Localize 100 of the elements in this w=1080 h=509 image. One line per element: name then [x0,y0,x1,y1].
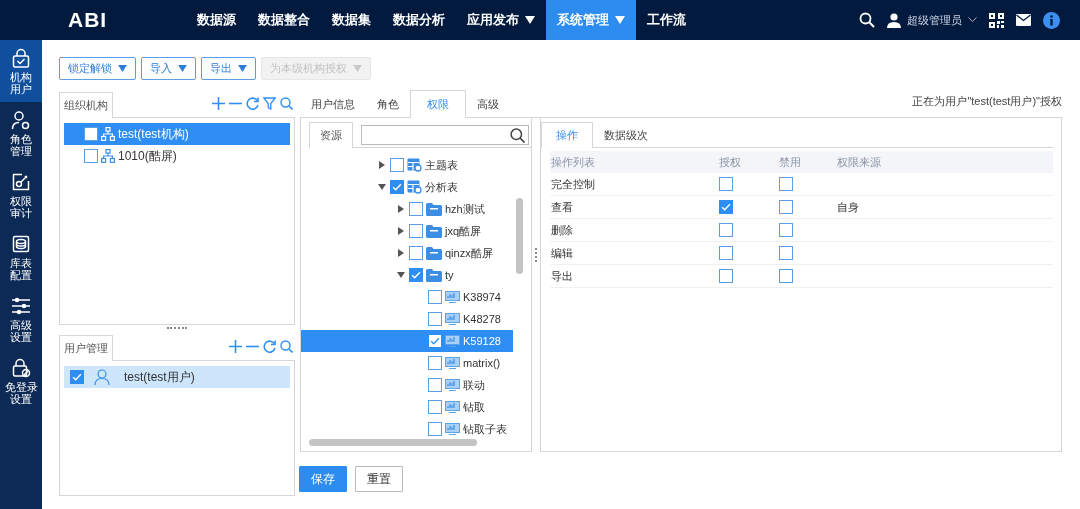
table-cell-text: 删除 [550,222,574,238]
tree-row[interactable]: ty [301,264,513,286]
tree-row[interactable]: hzh测试 [301,198,513,220]
user-name[interactable]: 超级管理员 [907,12,962,28]
add-icon[interactable] [212,97,225,110]
column-header: 权限来源 [836,154,882,170]
tab[interactable]: 高级 [466,90,510,118]
sidebar-item[interactable]: 高级 设置 [0,288,42,350]
checkbox[interactable] [428,312,442,326]
collapse-icon[interactable] [378,183,386,191]
tree-row[interactable]: 钻取子表 [301,418,513,440]
tree-row[interactable]: 联动 [301,374,513,396]
dropdown-button[interactable]: 锁定解锁 [59,57,136,80]
checkbox[interactable] [84,149,98,163]
checkbox[interactable] [719,177,733,191]
chevron-icon[interactable] [968,17,977,23]
expand-icon[interactable] [397,249,405,257]
tab[interactable]: 角色 [366,90,410,118]
mail-icon[interactable] [1016,14,1031,26]
caret-icon [118,65,127,72]
tree-row[interactable]: jxq酷屏 [301,220,513,242]
splitter-handle[interactable] [535,248,540,262]
checkbox[interactable] [779,269,793,283]
column-header: 操作列表 [550,154,596,170]
tab[interactable]: 用户信息 [300,90,366,118]
nav-tab[interactable]: 数据源 [186,0,247,40]
expand-icon[interactable] [397,205,405,213]
tree-row[interactable]: 主题表 [301,154,513,176]
checkbox[interactable] [719,269,733,283]
reset-button[interactable]: 重置 [355,466,403,492]
checkbox[interactable] [428,334,442,348]
checkbox[interactable] [428,378,442,392]
collapse-icon[interactable] [397,271,405,279]
tab[interactable]: 权限 [410,90,466,118]
checkbox[interactable] [719,223,733,237]
refresh-icon[interactable] [263,340,276,353]
dropdown-button[interactable]: 导出 [201,57,256,80]
nav-tab[interactable]: 数据集 [321,0,382,40]
scrollbar[interactable] [516,198,523,274]
tree-row[interactable]: K48278 [301,308,513,330]
checkbox[interactable] [428,290,442,304]
tree-label: matrix() [463,357,501,369]
checkbox[interactable] [84,127,98,141]
tree-row[interactable]: K38974 [301,286,513,308]
panel-tab[interactable]: 组织机构 [59,92,113,118]
info-icon[interactable] [1043,11,1060,29]
checkbox[interactable] [390,158,404,172]
checkbox[interactable] [779,246,793,260]
sidebar-item[interactable]: 库表 配置 [0,226,42,288]
checkbox[interactable] [428,422,442,436]
sidebar-item[interactable]: 机构 用户 [0,40,42,102]
filter-icon[interactable] [263,97,276,110]
checkbox[interactable] [409,224,423,238]
nav-tab[interactable]: 数据分析 [382,0,456,40]
checkbox[interactable] [428,400,442,414]
tree-row[interactable]: 钻取 [301,396,513,418]
tree-row[interactable]: 分析表 [301,176,513,198]
sidebar-item[interactable]: 权限 审计 [0,164,42,226]
checkbox[interactable] [779,177,793,191]
nav-tab[interactable]: 工作流 [636,0,697,40]
panel-tab[interactable]: 用户管理 [59,335,113,361]
add-icon[interactable] [229,340,242,353]
dropdown-button[interactable]: 导入 [141,57,196,80]
tree-row[interactable]: matrix() [301,352,513,374]
tree-label: K48278 [463,313,501,325]
tab[interactable]: 操作 [541,122,593,148]
search-icon[interactable] [859,12,875,28]
expand-icon[interactable] [397,227,405,235]
org-chart-icon [101,127,115,141]
user-row[interactable]: test(test用户) [64,366,290,388]
search-field[interactable] [361,125,529,145]
checkbox[interactable] [779,200,793,214]
tree-row[interactable]: 1010(酷屏) [64,145,290,167]
refresh-icon[interactable] [246,97,259,110]
checkbox[interactable] [719,200,733,214]
tree-label: jxq酷屏 [445,223,482,239]
logo[interactable]: ABI [0,8,186,32]
tree-label: 钻取子表 [463,421,507,437]
scrollbar[interactable] [309,439,477,446]
tree-label: ty [445,269,454,281]
checkbox[interactable] [409,246,423,260]
folder-icon [426,224,442,238]
sidebar-item[interactable]: 免登录 设置 [0,350,42,412]
tree-row[interactable]: qinzx酷屏 [301,242,513,264]
checkbox[interactable] [428,356,442,370]
panel-tab[interactable]: 资源 [309,122,353,148]
sidebar-item[interactable]: 角色 管理 [0,102,42,164]
checkbox[interactable] [779,223,793,237]
qr-code-icon[interactable] [989,12,1004,28]
expand-icon[interactable] [378,161,386,169]
nav-tab[interactable]: 数据整合 [247,0,321,40]
search-icon[interactable] [510,127,525,143]
checkbox[interactable] [719,246,733,260]
checkbox[interactable] [409,202,423,216]
checkbox[interactable] [390,180,404,194]
tab[interactable]: 数据级次 [593,122,659,148]
checkbox[interactable] [409,268,423,282]
sidebar-label: 免登录 [4,380,38,393]
checkbox[interactable] [70,370,84,384]
nav-tab[interactable]: 应用发布 [456,0,546,40]
